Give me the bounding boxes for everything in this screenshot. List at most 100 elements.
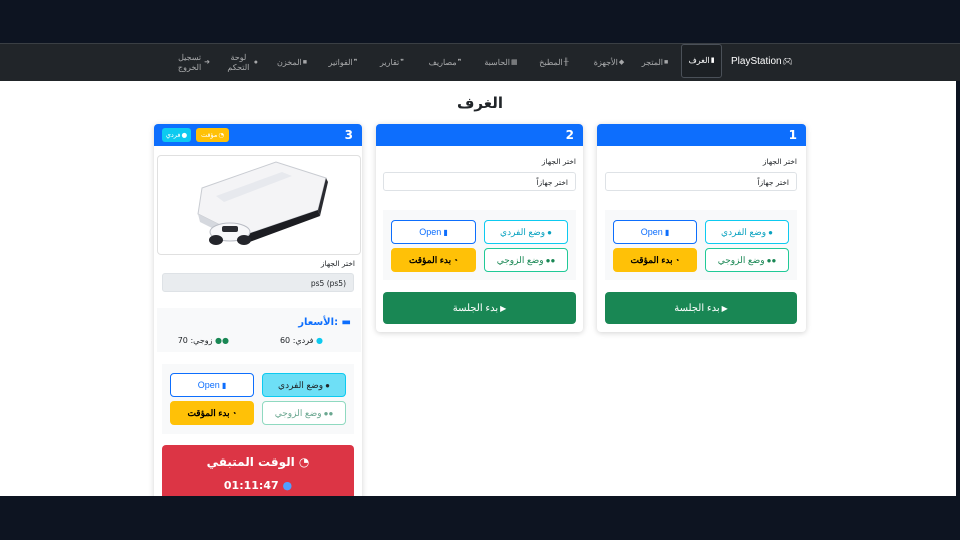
users-icon: ●● (215, 336, 229, 345)
box-icon: ■ (302, 59, 307, 66)
button-label: بدء المؤقت (187, 407, 230, 418)
nav-item-rooms[interactable]: الغرف ▮ (681, 44, 722, 78)
open-button[interactable]: Open ▮ (391, 220, 476, 244)
clock-icon: ◔ (231, 408, 237, 418)
prices-title-label: الأسعار: (298, 317, 339, 328)
button-label: بدء الجلسة (674, 302, 720, 314)
nav-item-kitchen[interactable]: المطبخ ╫ (534, 50, 574, 76)
open-button[interactable]: Open ▮ (170, 373, 254, 397)
nav-item-reports[interactable]: تقارير ❞ (376, 50, 408, 76)
device-select[interactable]: اختر جهازاً (383, 172, 576, 191)
user-icon: ● (316, 336, 323, 345)
nav-item-label: الحاسبة (484, 58, 511, 67)
clock-icon: ◔ (453, 255, 459, 265)
device-select-value: اختر جهازاً (757, 178, 789, 187)
start-session-button[interactable]: بدء الجلسة ▶ (605, 292, 797, 324)
nav-item-label: لوحة التحكم (227, 53, 250, 72)
nav-item-label: تسجيل الخروج (177, 53, 202, 72)
timer-badge: مؤقت ◔ (196, 128, 229, 142)
remaining-time-value: 01:11:47 ● (162, 479, 354, 492)
button-label: وضع الفردي (721, 226, 767, 237)
nav-item-dashboard[interactable]: لوحة التحكم ● (224, 50, 258, 76)
single-mode-button[interactable]: وضع الفردي ● (705, 220, 789, 244)
brand[interactable]: PlayStation🎮︎ (731, 56, 793, 67)
double-price: زوجي: 70 ●● (178, 336, 229, 345)
door-icon: ▮ (710, 57, 715, 64)
remaining-time-panel: الوقت المتبقي ◔ 01:11:47 ● (162, 445, 354, 496)
sign-out-icon: ➜ (204, 59, 210, 66)
nav-item-calculator[interactable]: الحاسبة ▦ (482, 50, 520, 76)
nav-item-label: المخزن (277, 58, 302, 67)
bag-icon: ■ (664, 59, 669, 66)
button-label: Open (197, 380, 220, 390)
page-title: الغرف (457, 94, 503, 112)
play-icon: ▶ (500, 303, 507, 313)
ps5-console-illustration (197, 161, 328, 245)
nav-item-label: المتجر (641, 58, 664, 67)
start-timer-button[interactable]: بدء المؤقت ◔ (170, 401, 254, 425)
play-icon: ▶ (721, 303, 728, 313)
start-session-button[interactable]: بدء الجلسة ▶ (383, 292, 576, 324)
room-card-1: 1 اختر الجهاز اختر جهازاً وضع الفردي ● Op… (597, 124, 806, 332)
remaining-time-title: الوقت المتبقي ◔ (162, 455, 354, 469)
room-number: 3 (344, 128, 353, 142)
room-card-2: 2 اختر الجهاز اختر جهازاً وضع الفردي ● Op… (376, 124, 583, 332)
button-label: وضع الزوجي (496, 254, 544, 265)
single-mode-button[interactable]: وضع الفردي ● (262, 373, 346, 397)
double-mode-button[interactable]: وضع الزوجي ●● (705, 248, 789, 272)
nav-item-logout[interactable]: تسجيل الخروج ➜ (176, 50, 210, 76)
user-icon: ● (181, 131, 188, 139)
device-select-value: اختر جهازاً (536, 178, 568, 187)
start-timer-button[interactable]: بدء المؤقت ◔ (613, 248, 697, 272)
ps5-image (157, 155, 361, 255)
device-select-label: اختر الجهاز (541, 157, 576, 166)
nav-item-store[interactable]: المتجر ■ (637, 50, 673, 76)
remaining-time-digits: 01:11:47 (223, 479, 279, 492)
door-icon: ▮ (221, 380, 227, 390)
button-label: وضع الفردي (500, 226, 546, 237)
door-icon: ▮ (443, 227, 448, 237)
nav-item-label: الأجهزة (593, 58, 618, 67)
window-bottom-bar (0, 496, 960, 540)
open-button[interactable]: Open ▮ (613, 220, 697, 244)
room-card-header: 1 (597, 124, 806, 146)
room-card-header: 3 مؤقت ◔ فردي ● (154, 124, 362, 146)
device-select-label: اختر الجهاز (762, 157, 797, 166)
calculator-icon: ▦ (511, 59, 518, 66)
single-price-value: فردي: 60 (279, 336, 314, 345)
user-gear-icon: ● (253, 59, 258, 66)
nav-item-invoices[interactable]: الفواتير ❞ (324, 50, 362, 76)
button-label: Open (419, 227, 442, 237)
quote-icon: ❞ (353, 59, 358, 66)
money-icon: ▬ (341, 317, 351, 328)
users-icon: ●● (766, 255, 777, 265)
button-label: وضع الزوجي (274, 407, 322, 418)
device-select[interactable]: ps5 (ps5) (162, 273, 354, 292)
room-number: 2 (565, 128, 574, 142)
gamepad-icon: ◆ (618, 59, 625, 66)
button-label: Open (640, 227, 663, 237)
nav-item-label: مصاريف (428, 58, 457, 67)
start-timer-button[interactable]: بدء المؤقت ◔ (391, 248, 476, 272)
double-price-value: زوجي: 70 (177, 336, 213, 345)
main-content: الغرف 1 اختر الجهاز اختر جهازاً وضع الفر… (0, 81, 956, 496)
nav-item-devices[interactable]: الأجهزة ◆ (586, 50, 632, 76)
device-select-label: اختر الجهاز (320, 259, 355, 268)
device-select[interactable]: اختر جهازاً (605, 172, 797, 191)
users-icon: ●● (545, 255, 556, 265)
user-icon: ● (547, 227, 552, 237)
badge-label: فردي (165, 131, 181, 139)
double-mode-button[interactable]: وضع الزوجي ●● (484, 248, 568, 272)
button-label: وضع الفردي (278, 379, 324, 390)
scrollbar[interactable] (956, 81, 960, 216)
double-mode-button[interactable]: وضع الزوجي ●● (262, 401, 346, 425)
button-label: بدء المؤقت (630, 254, 673, 265)
prices-panel: الأسعار: ▬ فردي: 60 ● زوجي: 70 ●● (157, 308, 361, 352)
room-card-header: 2 (376, 124, 583, 146)
nav-item-expenses[interactable]: مصاريف ❞ (424, 50, 466, 76)
users-icon: ●● (323, 408, 334, 418)
room-card-3: 3 مؤقت ◔ فردي ● اختر الجهاز ps5 (ps5) ال… (154, 124, 362, 496)
single-mode-button[interactable]: وضع الفردي ● (484, 220, 568, 244)
badge-label: مؤقت (200, 131, 218, 139)
nav-item-warehouse[interactable]: المخزن ■ (274, 50, 310, 76)
